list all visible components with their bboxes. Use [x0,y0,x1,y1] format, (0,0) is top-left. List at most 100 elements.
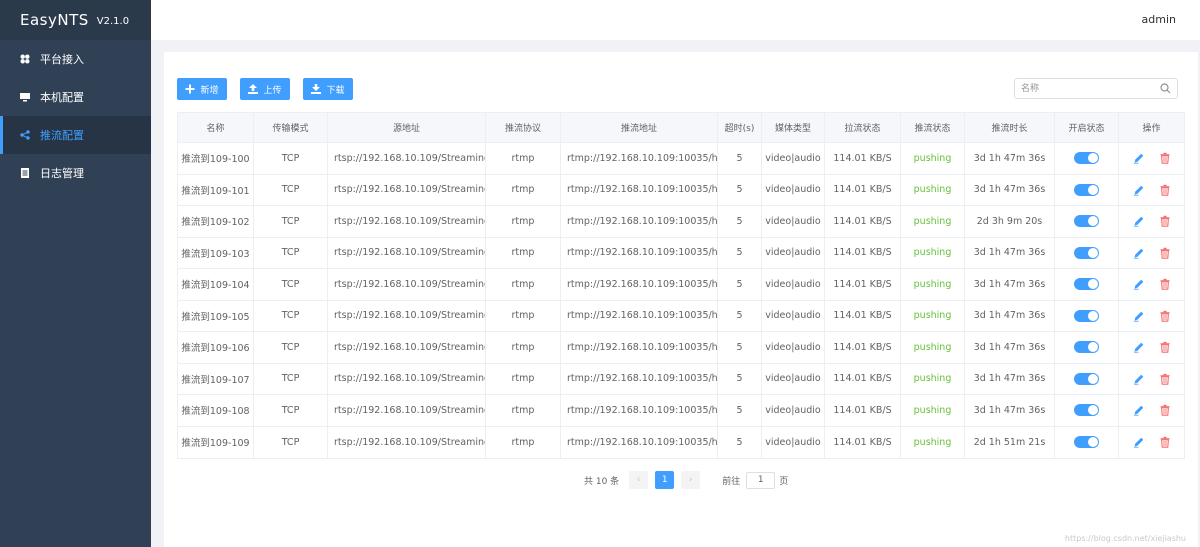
cell-push-duration: 3d 1h 47m 36s [965,143,1055,174]
cell-push-url: rtmp://192.168.10.109:10035/hls... [561,395,718,426]
column-header[interactable]: 拉流状态 [825,113,901,142]
enable-toggle[interactable] [1074,246,1099,259]
edit-icon[interactable] [1133,373,1145,385]
cell-name: 推流到109-101 [178,174,254,205]
edit-icon[interactable] [1133,436,1145,448]
cell-push-url: rtmp://192.168.10.109:10035/hls... [561,363,718,394]
enable-toggle[interactable] [1074,436,1099,449]
table-row: 推流到109-106 TCP rtsp://192.168.10.109/Strea… [178,332,1184,364]
sidebar-item-logs[interactable]: 日志管理 [0,154,151,192]
cell-push-protocol: rtmp [486,426,561,458]
cell-push-status: pushing [901,426,965,458]
enable-toggle[interactable] [1074,183,1099,196]
delete-icon[interactable] [1159,341,1171,353]
edit-icon[interactable] [1133,247,1145,259]
add-button[interactable]: 新增 [177,78,227,100]
cell-transport: TCP [254,237,328,268]
column-header[interactable]: 传输模式 [254,113,328,142]
column-header[interactable]: 名称 [178,113,254,142]
column-header[interactable]: 开启状态 [1055,113,1119,142]
enable-toggle[interactable] [1074,341,1099,354]
sidebar-item-label: 推流配置 [40,129,84,142]
column-header[interactable]: 推流状态 [901,113,965,142]
cell-actions [1119,427,1184,459]
cell-push-duration: 3d 1h 47m 36s [965,269,1055,300]
edit-icon[interactable] [1133,310,1145,322]
sidebar-item-local-config[interactable]: 本机配置 [0,78,151,116]
user-menu[interactable]: admin [1142,13,1176,26]
cell-media-type: video|audio [762,237,825,268]
delete-icon[interactable] [1159,152,1171,164]
edit-icon[interactable] [1133,152,1145,164]
column-header[interactable]: 推流协议 [486,113,561,142]
cell-timeout: 5 [718,237,762,268]
cell-source-url: rtsp://192.168.10.109/Streaming... [328,206,486,237]
column-header[interactable]: 媒体类型 [762,113,825,142]
edit-icon[interactable] [1133,404,1145,416]
next-page-button[interactable]: › [681,471,701,489]
cell-transport: TCP [254,395,328,426]
delete-icon[interactable] [1159,310,1171,322]
sidebar-item-label: 本机配置 [40,91,84,104]
column-header[interactable]: 推流时长 [965,113,1055,142]
column-header[interactable]: 操作 [1119,113,1184,142]
pagination: 共 10 条 ‹ 1 › 前往 页 [584,471,788,489]
cell-enabled [1055,206,1119,237]
enable-toggle[interactable] [1074,152,1099,165]
sidebar-item-push-config[interactable]: 推流配置 [0,116,151,154]
column-header[interactable]: 源地址 [328,113,486,142]
sidebar: EasyNTS V2.1.0 平台接入 本机配置 推流配置 日志管理 [0,0,151,547]
cell-push-duration: 3d 1h 47m 36s [965,395,1055,426]
download-button[interactable]: 下载 [303,78,353,100]
cell-media-type: video|audio [762,206,825,237]
enable-toggle[interactable] [1074,309,1099,322]
download-button-label: 下载 [326,85,345,96]
column-header[interactable]: 推流地址 [561,113,718,142]
upload-button[interactable]: 上传 [240,78,290,100]
table-row: 推流到109-105 TCP rtsp://192.168.10.109/Strea… [178,300,1184,332]
cell-source-url: rtsp://192.168.10.109/Streaming... [328,395,486,426]
cell-push-status: pushing [901,143,965,174]
table-row: 推流到109-108 TCP rtsp://192.168.10.109/Strea… [178,395,1184,427]
table-row: 推流到109-102 TCP rtsp://192.168.10.109/Strea… [178,206,1184,238]
cell-source-url: rtsp://192.168.10.109/Streaming... [328,300,486,331]
delete-icon[interactable] [1159,404,1171,416]
enable-toggle[interactable] [1074,278,1099,291]
delete-icon[interactable] [1159,247,1171,259]
cell-push-status: pushing [901,395,965,426]
column-header[interactable]: 超时(s) [718,113,762,142]
prev-page-button[interactable]: ‹ [629,471,649,489]
cell-name: 推流到109-106 [178,332,254,363]
delete-icon[interactable] [1159,436,1171,448]
edit-icon[interactable] [1133,278,1145,290]
cell-push-status: pushing [901,269,965,300]
edit-icon[interactable] [1133,215,1145,227]
cell-enabled [1055,332,1119,363]
search-icon[interactable] [1160,83,1171,94]
enable-toggle[interactable] [1074,404,1099,417]
page-button-current[interactable]: 1 [655,471,675,489]
table-row: 推流到109-107 TCP rtsp://192.168.10.109/Strea… [178,363,1184,395]
cell-pull-status: 114.01 KB/S [825,300,901,331]
cell-transport: TCP [254,269,328,300]
delete-icon[interactable] [1159,184,1171,196]
delete-icon[interactable] [1159,373,1171,385]
cell-transport: TCP [254,332,328,363]
search-input[interactable] [1015,79,1150,98]
cell-push-url: rtmp://192.168.10.109:10035/hls... [561,269,718,300]
enable-toggle[interactable] [1074,372,1099,385]
cell-push-url: rtmp://192.168.10.109:10035/hls... [561,332,718,363]
edit-icon[interactable] [1133,341,1145,353]
cell-timeout: 5 [718,426,762,458]
cell-source-url: rtsp://192.168.10.109/Streaming... [328,426,486,458]
enable-toggle[interactable] [1074,215,1099,228]
delete-icon[interactable] [1159,215,1171,227]
sidebar-item-label: 日志管理 [40,167,84,180]
cell-push-protocol: rtmp [486,395,561,426]
sidebar-item-platform[interactable]: 平台接入 [0,40,151,78]
delete-icon[interactable] [1159,278,1171,290]
cell-media-type: video|audio [762,143,825,174]
goto-page-input[interactable] [746,471,776,489]
edit-icon[interactable] [1133,184,1145,196]
table-row: 推流到109-104 TCP rtsp://192.168.10.109/Strea… [178,269,1184,301]
